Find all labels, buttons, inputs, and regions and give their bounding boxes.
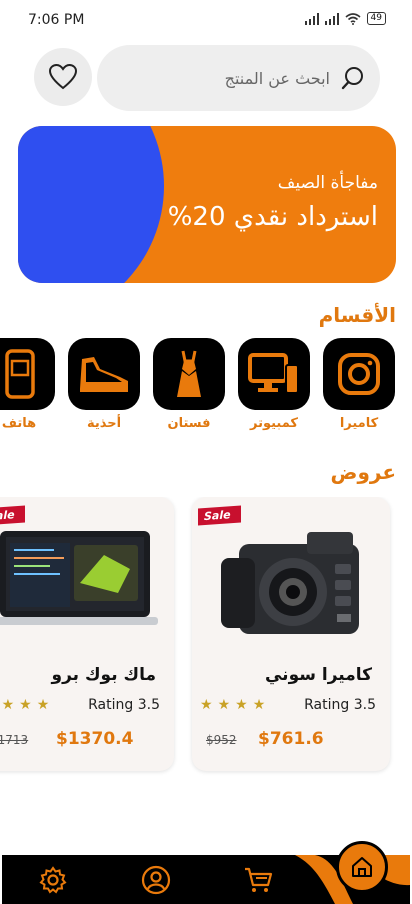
star-icon: ★ — [200, 697, 213, 713]
rating-stars: ★ ★ ★ ★ — [0, 697, 50, 713]
banner-title: استرداد نقدي 20% — [167, 202, 378, 232]
categories-list: كاميرا كمبيوتر فستان أحذية هاتف — [0, 338, 412, 438]
sale-badge: Sale — [198, 505, 241, 526]
category-label: هاتف — [1, 416, 37, 431]
phone-icon — [0, 338, 55, 410]
category-phone[interactable]: هاتف — [0, 338, 56, 431]
star-icon: ★ — [217, 697, 231, 713]
status-icons: 49 — [304, 12, 386, 25]
product-rating: Rating 3.5 — [88, 697, 160, 713]
home-button[interactable] — [336, 841, 388, 893]
product-rating: Rating 3.5 — [304, 697, 376, 713]
wifi-icon — [345, 12, 361, 25]
category-label: كاميرا — [339, 416, 379, 431]
sale-badge: Sale — [0, 505, 25, 526]
search-bar[interactable] — [97, 45, 380, 111]
banner-subtitle: مفاجأة الصيف — [277, 173, 378, 193]
shoe-icon — [68, 338, 140, 410]
promo-banner[interactable]: مفاجأة الصيف استرداد نقدي 20% — [18, 126, 396, 283]
camera-icon — [323, 338, 395, 410]
search-input[interactable] — [128, 67, 332, 89]
star-icon: ★ — [36, 697, 50, 713]
star-icon: ★ — [1, 697, 15, 713]
profile-icon[interactable] — [141, 865, 171, 895]
product-name: ماك بوك برو — [51, 665, 156, 685]
product-image-camera — [200, 511, 382, 645]
product-image-macbook — [0, 511, 166, 645]
offers-title: عروض — [330, 460, 396, 484]
star-icon: ★ — [235, 697, 248, 713]
cart-icon[interactable] — [243, 865, 273, 895]
computer-icon — [238, 338, 310, 410]
signal-2-icon — [324, 12, 339, 25]
heart-icon — [49, 64, 77, 90]
star-icon: ★ — [19, 697, 32, 713]
categories-title: الأقسام — [318, 303, 396, 327]
category-shoes[interactable]: أحذية — [67, 338, 141, 431]
home-icon — [352, 857, 372, 877]
banner-decoration — [18, 126, 164, 283]
status-bar: 7:06 PM 49 — [0, 0, 412, 40]
gear-icon[interactable] — [38, 865, 68, 895]
old-price: $1713 — [0, 733, 29, 747]
battery-icon: 49 — [366, 12, 386, 25]
product-card[interactable]: Sale ماك بوك برو Rating 3.5 ★ ★ ★ ★ $171… — [0, 497, 174, 771]
category-label: أحذية — [86, 416, 122, 431]
new-price: $1370.4 — [56, 729, 134, 749]
product-card[interactable]: Sale كاميرا سوني Rating 3.5 ★ ★ ★ ★ $952… — [192, 497, 390, 771]
product-name: كاميرا سوني — [264, 665, 372, 685]
category-dress[interactable]: فستان — [152, 338, 226, 431]
favorites-button[interactable] — [34, 48, 92, 106]
offers-list: Sale كاميرا سوني Rating 3.5 ★ ★ ★ ★ $952… — [0, 497, 412, 777]
new-price: $761.6 — [258, 729, 324, 749]
rating-stars: ★ ★ ★ ★ — [200, 697, 265, 713]
old-price: $952 — [206, 733, 237, 747]
signal-icon — [304, 12, 319, 25]
star-icon: ★ — [252, 697, 266, 713]
status-time: 7:06 PM — [28, 12, 85, 28]
category-computer[interactable]: كمبيوتر — [237, 338, 311, 431]
category-label: فستان — [167, 416, 211, 431]
dress-icon — [153, 338, 225, 410]
category-label: كمبيوتر — [249, 416, 298, 431]
category-camera[interactable]: كاميرا — [322, 338, 396, 431]
search-icon[interactable] — [340, 65, 366, 91]
